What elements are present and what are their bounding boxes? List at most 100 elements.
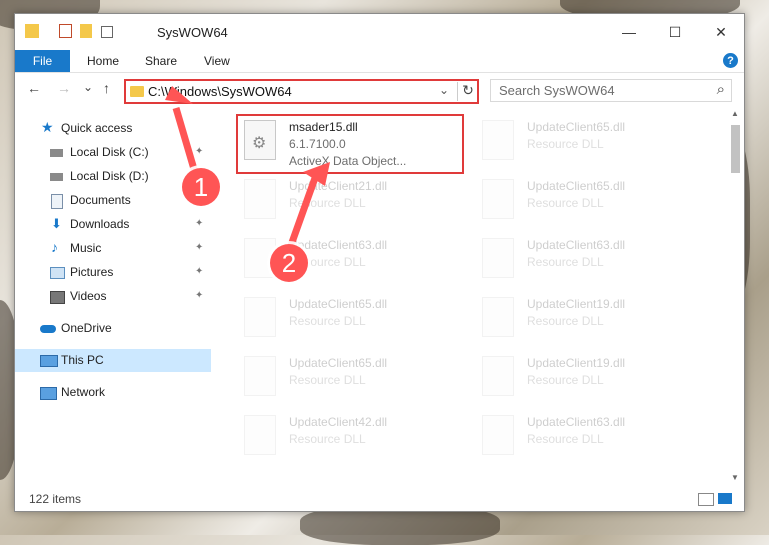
pin-icon: ✦	[195, 290, 204, 301]
large-icons-view-icon[interactable]	[718, 493, 732, 504]
forward-button[interactable]: →	[57, 80, 71, 96]
back-button[interactable]: ←	[27, 80, 41, 96]
address-bar[interactable]: C:\Windows\SysWOW64 ⌄ ↻	[124, 79, 479, 104]
sidebar-item-label: This PC	[61, 353, 104, 367]
file-item[interactable]: UpdateClient63.dll Resource DLL	[478, 411, 702, 467]
drive-icon	[50, 173, 63, 181]
search-input[interactable]: Search SysWOW64	[499, 83, 615, 98]
dll-file-icon	[482, 120, 514, 160]
close-button[interactable]: ✕	[698, 14, 744, 50]
dll-file-icon	[482, 415, 514, 455]
callout-badge-2: 2	[270, 244, 308, 282]
pin-icon: ✦	[195, 146, 204, 157]
tab-view[interactable]: View	[204, 50, 230, 72]
sidebar-item-music[interactable]: ♪ Music ✦	[15, 237, 211, 260]
file-name: UpdateClient19.dll	[527, 297, 626, 311]
pin-icon: ✦	[195, 266, 204, 277]
file-highlight-box	[236, 114, 464, 174]
dll-file-icon	[482, 297, 514, 337]
file-description: Resource DLL	[527, 137, 604, 151]
file-item[interactable]: UpdateClient63.dll Resource DLL	[478, 234, 702, 290]
file-description: Resource DLL	[289, 373, 366, 387]
navigation-pane: ★ Quick access Local Disk (C:) ✦ Local D…	[15, 107, 211, 487]
file-item[interactable]: UpdateClient21.dll Resource DLL	[240, 175, 464, 231]
address-dropdown-button[interactable]: ⌄	[439, 83, 449, 97]
maximize-button[interactable]: ☐	[652, 14, 698, 50]
file-description: Resource DLL	[289, 432, 366, 446]
vertical-scrollbar[interactable]: ▲ ▼	[728, 107, 743, 487]
sidebar-item-videos[interactable]: Videos ✦	[15, 285, 211, 308]
file-item[interactable]: UpdateClient42.dll Resource DLL	[240, 411, 464, 467]
file-name: UpdateClient65.dll	[289, 356, 388, 370]
file-name: UpdateClient21.dll	[289, 179, 388, 193]
status-bar: 122 items	[15, 488, 744, 510]
sidebar-item-label: Pictures	[70, 265, 114, 279]
scroll-up-arrow[interactable]: ▲	[731, 109, 739, 118]
sidebar-item-label: Videos	[70, 289, 107, 303]
dll-file-icon	[482, 179, 514, 219]
sidebar-item-downloads[interactable]: ⬇ Downloads ✦	[15, 213, 211, 236]
search-box[interactable]: Search SysWOW64 ⌕	[490, 79, 732, 102]
file-description: Resource DLL	[527, 196, 604, 210]
file-name: UpdateClient65.dll	[289, 297, 388, 311]
sidebar-item-label: Documents	[70, 193, 131, 207]
customize-toolbar-icon[interactable]	[101, 26, 113, 38]
minimize-button[interactable]: —	[606, 14, 652, 50]
item-count: 122 items	[29, 492, 82, 506]
file-name: UpdateClient19.dll	[527, 356, 626, 370]
file-item[interactable]: UpdateClient19.dll Resource DLL	[478, 293, 702, 349]
refresh-button[interactable]: ↻	[457, 82, 478, 101]
sidebar-item-label: OneDrive	[61, 321, 112, 335]
file-name: UpdateClient63.dll	[289, 238, 388, 252]
cloud-icon	[40, 325, 56, 333]
dll-file-icon	[244, 179, 276, 219]
file-description: Resource DLL	[527, 314, 604, 328]
file-item[interactable]: UpdateClient19.dll Resource DLL	[478, 352, 702, 408]
file-description: Resource DLL	[527, 373, 604, 387]
file-description: Resource DLL	[527, 255, 604, 269]
video-icon	[50, 291, 65, 304]
sidebar-item-quick-access[interactable]: ★ Quick access	[15, 117, 211, 140]
computer-icon	[40, 355, 58, 367]
sidebar-item-label: Local Disk (C:)	[70, 145, 149, 159]
star-icon: ★	[41, 119, 54, 135]
download-icon: ⬇	[51, 216, 62, 231]
new-folder-icon[interactable]	[80, 24, 92, 38]
ribbon-tabs: File Home Share View ?	[15, 50, 744, 73]
file-item[interactable]: UpdateClient65.dll Resource DLL	[478, 116, 702, 172]
window-title: SysWOW64	[157, 25, 228, 40]
sidebar-item-this-pc[interactable]: This PC	[15, 349, 211, 372]
tab-share[interactable]: Share	[145, 50, 177, 72]
dll-file-icon	[244, 415, 276, 455]
file-name: UpdateClient65.dll	[527, 179, 626, 193]
sidebar-item-label: Music	[70, 241, 102, 255]
scroll-down-arrow[interactable]: ▼	[731, 473, 739, 482]
explorer-window: SysWOW64 — ☐ ✕ File Home Share View ? ← …	[14, 13, 745, 512]
sidebar-item-network[interactable]: Network	[15, 381, 211, 404]
sidebar-item-label: Network	[61, 385, 106, 399]
sidebar-item-onedrive[interactable]: OneDrive	[15, 317, 211, 340]
document-icon	[51, 194, 63, 209]
sidebar-item-label: Quick access	[61, 121, 133, 135]
file-item[interactable]: UpdateClient65.dll Resource DLL	[478, 175, 702, 231]
folder-icon	[130, 86, 144, 97]
sidebar-item-documents[interactable]: Documents ✦	[15, 189, 211, 212]
sidebar-item-label: Local Disk (D:)	[70, 169, 149, 183]
sidebar-item-pictures[interactable]: Pictures ✦	[15, 261, 211, 284]
help-icon[interactable]: ?	[723, 53, 738, 68]
tab-home[interactable]: Home	[87, 50, 119, 72]
recent-locations-button[interactable]: ⌄	[83, 80, 93, 94]
details-view-icon[interactable]	[698, 493, 714, 506]
file-item[interactable]: UpdateClient65.dll Resource DLL	[240, 352, 464, 408]
file-item[interactable]: UpdateClient65.dll Resource DLL	[240, 293, 464, 349]
address-path: C:\Windows\SysWOW64	[148, 84, 292, 99]
pin-icon: ✦	[195, 218, 204, 229]
tab-file[interactable]: File	[15, 50, 70, 72]
sidebar-item-local-disk-c[interactable]: Local Disk (C:) ✦	[15, 141, 211, 164]
dll-file-icon	[482, 356, 514, 396]
up-button[interactable]: ↑	[103, 80, 110, 96]
properties-icon[interactable]	[59, 24, 72, 38]
file-name: UpdateClient63.dll	[527, 415, 626, 429]
scrollbar-thumb[interactable]	[731, 125, 740, 173]
folder-icon	[25, 24, 39, 38]
